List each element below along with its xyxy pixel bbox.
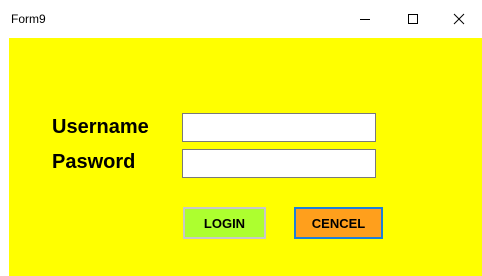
username-input[interactable] xyxy=(182,113,376,142)
maximize-icon xyxy=(408,14,418,24)
minimize-icon xyxy=(360,19,370,20)
password-label: Pasword xyxy=(52,151,136,173)
form-window: Form9 Username Pasword LOGIN CENCEL xyxy=(0,0,482,276)
login-button[interactable]: LOGIN xyxy=(183,207,266,239)
close-button[interactable] xyxy=(436,0,482,38)
maximize-button[interactable] xyxy=(390,0,436,38)
window-title: Form9 xyxy=(11,12,46,26)
minimize-button[interactable] xyxy=(342,0,388,38)
form-client-area: Username Pasword LOGIN CENCEL xyxy=(9,38,482,276)
password-input[interactable] xyxy=(182,149,376,178)
close-icon xyxy=(453,13,465,25)
title-bar[interactable]: Form9 xyxy=(0,0,482,38)
cancel-button[interactable]: CENCEL xyxy=(294,207,383,239)
username-label: Username xyxy=(52,116,149,138)
